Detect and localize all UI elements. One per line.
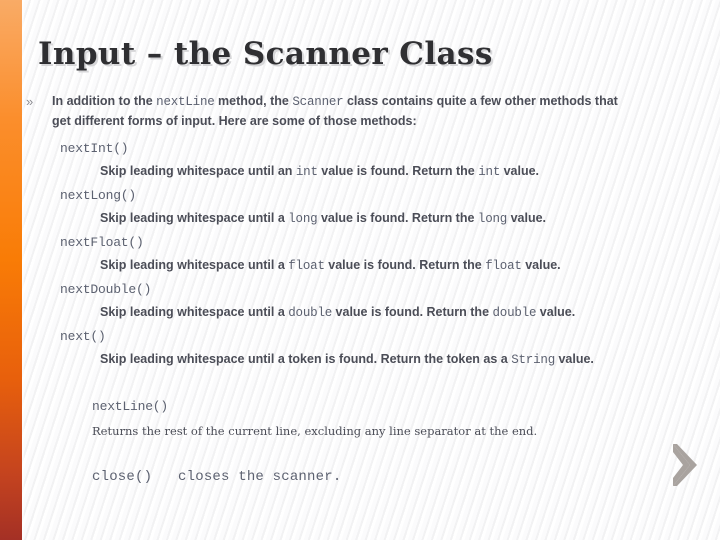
desc-code-type-2: float [485,259,522,273]
lead-text-part2: method, the [214,94,293,108]
desc-code-type: long [288,212,318,226]
slide-body: » In addition to the nextLine method, th… [26,92,696,488]
method-description: Skip leading whitespace until an int val… [100,160,696,184]
desc-mid: value is found. Return the [324,258,486,272]
desc-code-type: String [511,353,555,367]
method-description: Skip leading whitespace until a long val… [100,207,696,231]
desc-pre: Skip leading whitespace until a [100,305,289,319]
lead-code-nextline: nextLine [156,95,215,109]
desc-post: value. [507,211,547,225]
method-name: nextLong() [60,188,137,203]
desc-mid: value is found. Return the [317,164,479,178]
method-name: nextDouble() [60,282,152,297]
accent-bar-highlight [22,0,24,540]
method-description: Skip leading whitespace until a token is… [100,348,696,372]
nextline-block: nextLine() Returns the rest of the curre… [92,394,696,444]
accent-bar-left [0,0,22,540]
lead-paragraph-row: » In addition to the nextLine method, th… [26,92,696,131]
desc-pre: Skip leading whitespace until a [100,211,289,225]
method-description: Skip leading whitespace until a double v… [100,301,696,325]
chevron-right-icon[interactable] [668,442,702,488]
desc-pre: Skip leading whitespace until a [100,258,289,272]
desc-post: value. [500,164,540,178]
method-description-nextline: Returns the rest of the current line, ex… [92,424,538,438]
method-description: Skip leading whitespace until a float va… [100,254,696,278]
desc-pre: Skip leading whitespace until a token is… [100,352,512,366]
method-name-nextline: nextLine() [92,399,169,414]
desc-code-type-2: long [477,212,508,226]
method-name: nextFloat() [60,235,144,250]
desc-code-type: int [295,165,318,179]
method-name: next() [60,329,106,344]
bullet-marker: » [26,94,34,109]
lead-paragraph: In addition to the nextLine method, the … [52,92,637,131]
desc-post: value. [536,305,576,319]
desc-post: value. [521,258,561,272]
page-title: Input – the Scanner Class [38,36,493,72]
close-method-line: close() closes the scanner. [92,469,342,485]
lead-code-scanner: Scanner [292,95,344,109]
method-list: nextInt() Skip leading whitespace until … [60,137,696,372]
method-name: nextInt() [60,141,129,156]
desc-pre: Skip leading whitespace until an [100,164,296,178]
desc-mid: value is found. Return the [332,305,493,319]
slide-canvas: Input – the Scanner Class » In addition … [0,0,720,540]
desc-code-type: float [288,259,325,273]
desc-mid: value is found. Return the [317,211,478,225]
desc-code-type-2: double [492,306,537,320]
desc-code-type-2: int [478,165,501,179]
lead-text-part1: In addition to the [52,94,157,108]
desc-code-type: double [288,306,333,320]
desc-post: value. [555,352,594,366]
